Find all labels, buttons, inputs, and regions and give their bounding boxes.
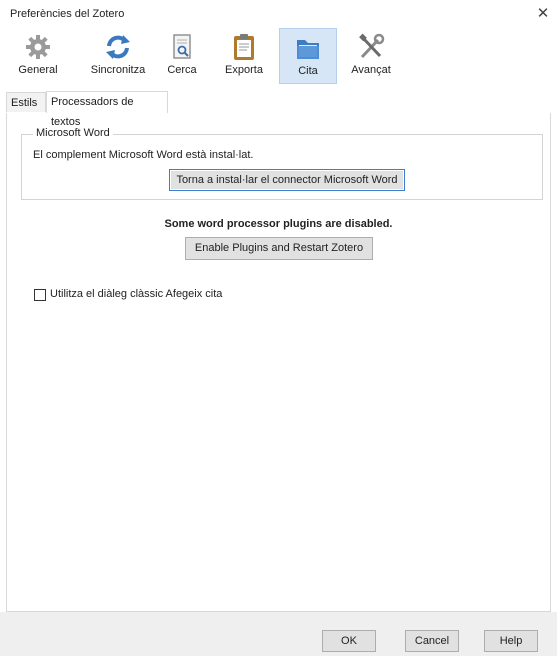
word-plugin-status: El complement Microsoft Word està instal… (33, 149, 254, 161)
toolbar-cite[interactable]: Cita (279, 28, 337, 84)
toolbar-label: Exporta (225, 64, 263, 76)
title-bar: Preferències del Zotero ✕ (0, 0, 557, 28)
tools-icon (359, 33, 385, 59)
toolbar-general[interactable]: General (14, 28, 62, 84)
folder-icon (297, 40, 319, 59)
ok-button[interactable]: OK (322, 630, 376, 652)
tab-styles[interactable]: Estils (6, 92, 46, 112)
classic-dialog-label[interactable]: Utilitza el diàleg clàssic Afegeix cita (50, 288, 222, 300)
help-button[interactable]: Help (484, 630, 538, 652)
classic-dialog-checkbox[interactable] (34, 289, 46, 301)
toolbar-advanced[interactable]: Avançat (344, 28, 398, 84)
tab-word-processors[interactable]: Processadors de textos (46, 91, 168, 128)
toolbar-search[interactable]: Cerca (160, 28, 204, 84)
toolbar-label: Sincronitza (90, 64, 146, 76)
reinstall-word-connector-button[interactable]: Torna a instal·lar el connector Microsof… (169, 169, 405, 191)
cancel-button[interactable]: Cancel (405, 630, 459, 652)
clipboard-icon (234, 34, 254, 60)
plugins-disabled-warning: Some word processor plugins are disabled… (164, 218, 393, 230)
toolbar-sync[interactable]: Sincronitza (84, 28, 152, 84)
search-document-icon (173, 34, 191, 59)
preferences-toolbar: General Sincronitza Cerca Exporta Cita A… (0, 28, 557, 84)
toolbar-label: Cita (298, 65, 318, 77)
toolbar-label: Cerca (167, 64, 197, 76)
toolbar-label: General (18, 64, 58, 76)
window-title: Preferències del Zotero (10, 8, 125, 20)
gear-icon (26, 35, 50, 59)
group-legend: Microsoft Word (33, 127, 113, 139)
close-icon[interactable]: ✕ (535, 6, 551, 22)
enable-plugins-button[interactable]: Enable Plugins and Restart Zotero (185, 237, 373, 260)
dialog-footer (0, 612, 557, 656)
toolbar-label: Avançat (351, 64, 391, 76)
toolbar-export[interactable]: Exporta (218, 28, 270, 84)
sync-icon (106, 35, 130, 59)
